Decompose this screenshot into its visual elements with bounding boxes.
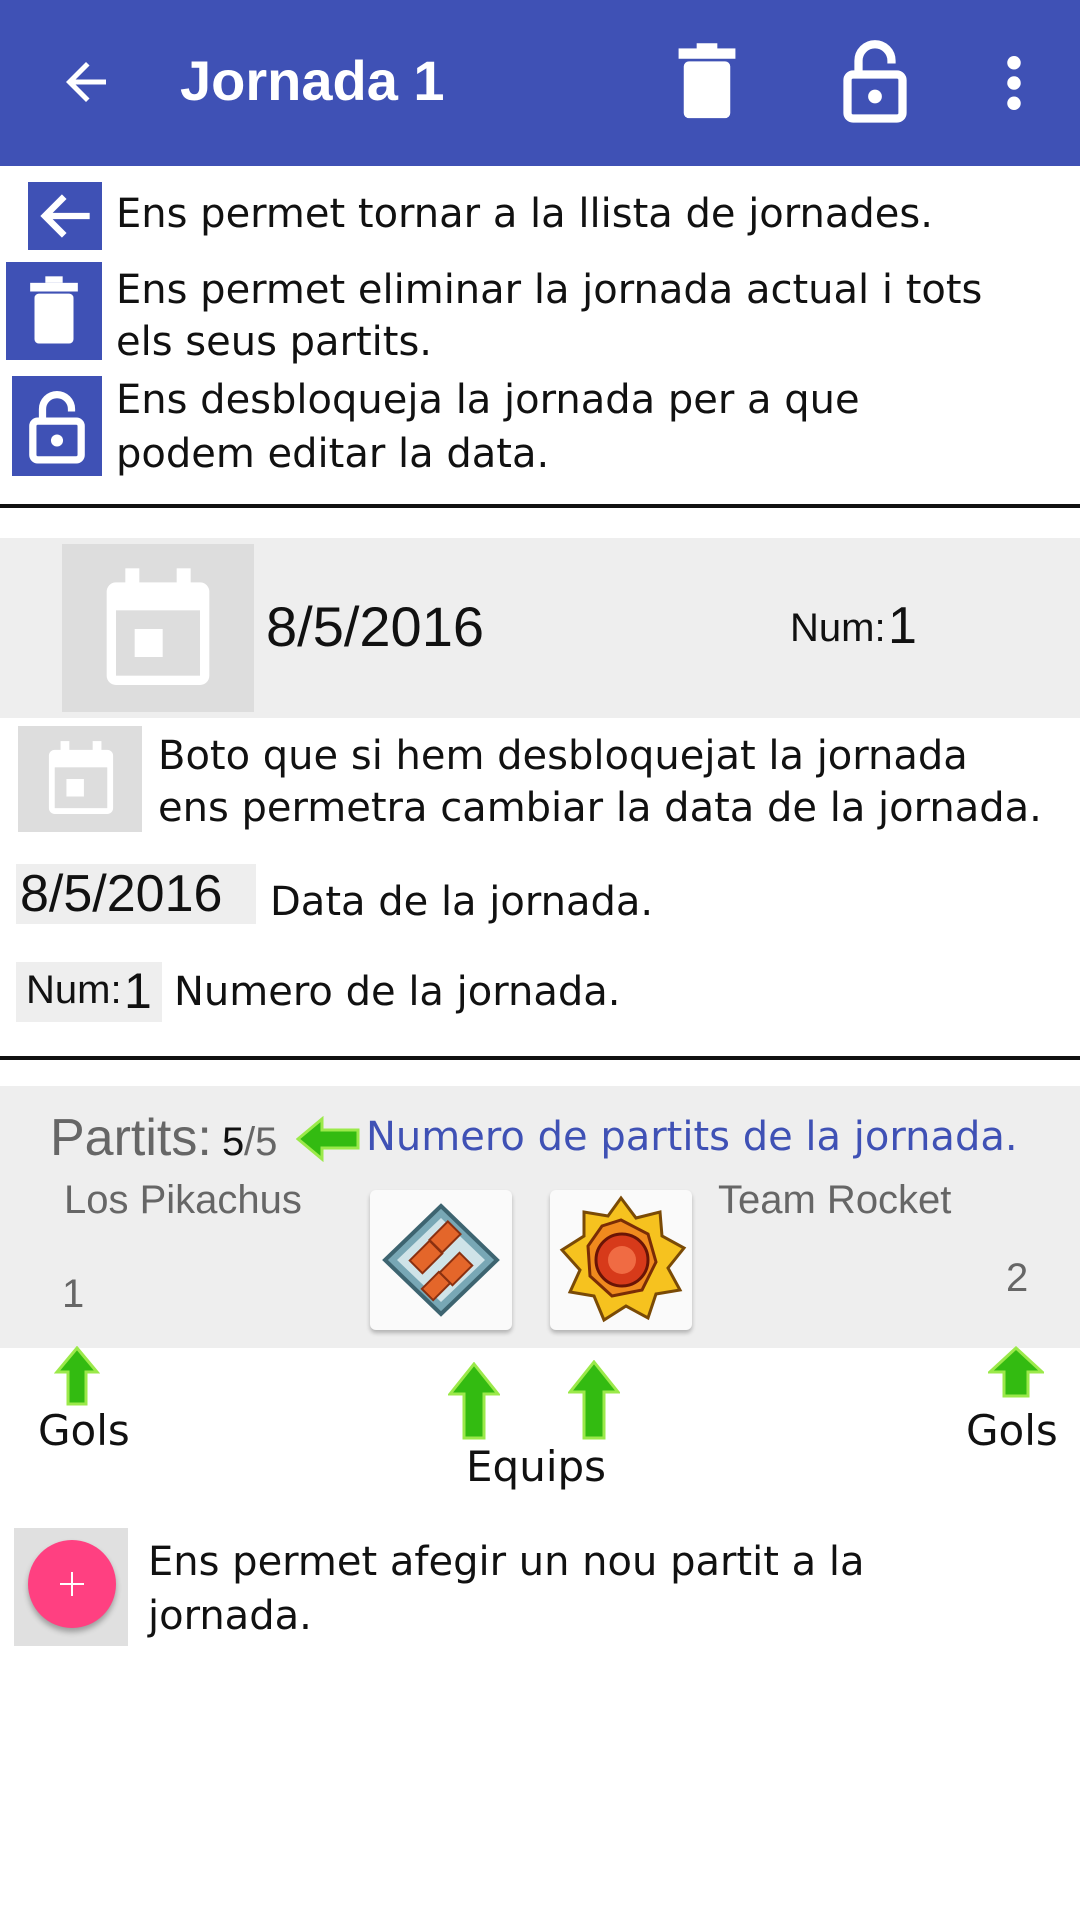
num-value: 1 xyxy=(888,597,917,655)
delete-legend-text-2: els seus partits. xyxy=(116,319,433,365)
lock-open-icon xyxy=(29,391,85,464)
lock-legend-text-2: podem editar la data. xyxy=(116,431,550,477)
arrow-up-annotation-icon xyxy=(988,1346,1044,1398)
plus-icon xyxy=(60,1572,84,1596)
goals-right-label: Gols xyxy=(966,1406,1058,1455)
teams-label: Equips xyxy=(466,1442,607,1491)
back-legend-text: Ens permet tornar a la llista de jornade… xyxy=(116,191,933,237)
fab-legend-text-1: Ens permet afegir un nou partit a la xyxy=(148,1539,865,1585)
num-label: Num: xyxy=(790,606,886,650)
divider xyxy=(0,504,1080,508)
delete-legend-text-1: Ens permet eliminar la jornada actual i … xyxy=(116,267,983,313)
arrow-left-annotation-icon xyxy=(296,1116,360,1162)
num-sample-label: Num: xyxy=(26,968,122,1012)
volcano-badge-icon xyxy=(559,1195,687,1323)
more-vert-icon[interactable] xyxy=(1000,56,1028,110)
add-match-button[interactable] xyxy=(28,1540,116,1628)
home-team-logo[interactable] xyxy=(370,1190,512,1330)
boulder-badge-icon xyxy=(382,1203,500,1317)
trash-icon[interactable] xyxy=(676,42,738,122)
jornada-date: 8/5/2016 xyxy=(266,595,484,658)
fab-legend-text-2: jornada. xyxy=(148,1593,312,1639)
calendar-icon xyxy=(48,741,114,814)
date-sample: 8/5/2016 xyxy=(16,864,256,924)
delete-legend-chip xyxy=(6,262,102,360)
jornada-card: 8/5/2016 Num: 1 xyxy=(0,538,1080,718)
home-team-name: Los Pikachus xyxy=(64,1178,302,1222)
matches-label: Partits: xyxy=(50,1109,212,1167)
matches-count: 5 xyxy=(222,1120,245,1164)
trash-icon xyxy=(30,276,78,344)
lock-legend-chip xyxy=(12,376,102,476)
arrow-up-annotation-icon xyxy=(568,1360,620,1440)
back-legend-chip xyxy=(28,182,102,250)
home-score: 1 xyxy=(62,1272,85,1316)
divider xyxy=(0,1056,1080,1060)
arrow-up-annotation-icon xyxy=(448,1362,500,1440)
calendar-icon xyxy=(106,568,210,685)
matches-total: /5 xyxy=(244,1120,278,1164)
calendar-legend-text-2: ens permetra cambiar la data de la jorna… xyxy=(158,785,1042,831)
away-team-name: Team Rocket xyxy=(718,1178,952,1222)
matches-count-legend-text: Numero de partits de la jornada. xyxy=(366,1114,1018,1160)
calendar-legend-chip xyxy=(18,726,142,832)
app-bar: Jornada 1 xyxy=(0,0,1080,166)
away-team-logo[interactable] xyxy=(550,1190,692,1330)
num-sample-value: 1 xyxy=(124,963,152,1019)
page-title: Jornada 1 xyxy=(180,49,445,112)
arrow-up-annotation-icon xyxy=(54,1346,100,1406)
back-arrow-icon[interactable] xyxy=(56,52,116,112)
num-sample: Num: 1 xyxy=(16,962,162,1022)
goals-left-label: Gols xyxy=(38,1406,130,1455)
away-score: 2 xyxy=(1006,1256,1029,1300)
arrow-left-icon xyxy=(40,194,90,238)
calendar-legend-text-1: Boto que si hem desbloquejat la jornada xyxy=(158,733,968,779)
lock-legend-text-1: Ens desbloqueja la jornada per a que xyxy=(116,377,860,423)
lock-open-icon[interactable] xyxy=(842,36,908,124)
num-legend-text: Numero de la jornada. xyxy=(174,969,621,1015)
date-legend-text: Data de la jornada. xyxy=(270,879,654,925)
fab-legend-chip xyxy=(14,1528,128,1646)
calendar-button[interactable] xyxy=(62,544,254,712)
